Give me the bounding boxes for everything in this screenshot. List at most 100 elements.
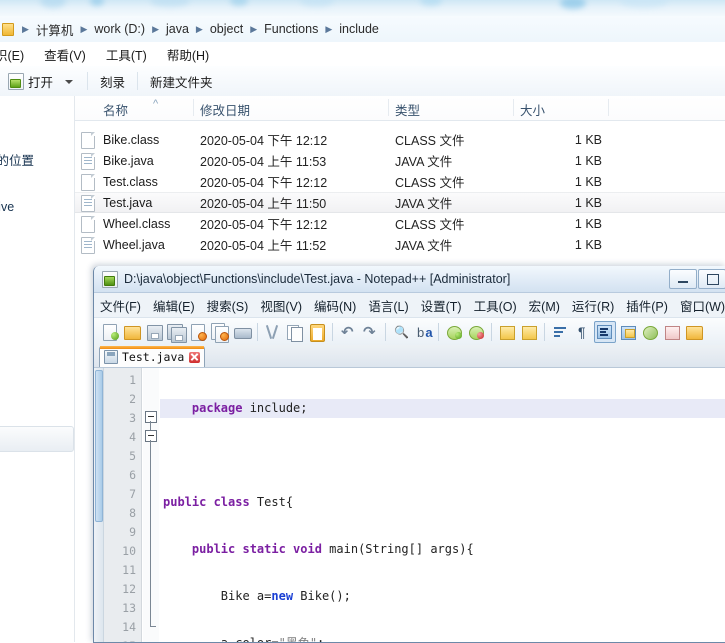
column-header-date[interactable]: 修改日期 [200, 100, 250, 119]
notepadpp-titlebar[interactable]: D:\java\object\Functions\include\Test.ja… [94, 266, 725, 293]
minimize-button[interactable] [669, 269, 697, 289]
column-divider[interactable] [608, 99, 609, 116]
column-header-type[interactable]: 类型 [395, 100, 420, 119]
cut-icon[interactable] [263, 322, 283, 342]
notepadpp-window[interactable]: D:\java\object\Functions\include\Test.ja… [93, 266, 725, 643]
breadcrumb-item-4[interactable]: Functions [262, 21, 320, 37]
close-file-icon[interactable] [188, 322, 208, 342]
menu-encoding[interactable]: 编码(N) [308, 294, 362, 317]
menu-search[interactable]: 搜索(S) [201, 294, 255, 317]
new-file-icon[interactable] [100, 322, 120, 342]
menu-plugins[interactable]: 插件(P) [620, 294, 674, 317]
explorer-command-bar[interactable]: 打开 刻录 新建文件夹 [0, 66, 725, 97]
column-divider[interactable] [388, 99, 389, 116]
column-header-name[interactable]: 名称 [103, 100, 128, 119]
table-row-selected[interactable]: Test.java 2020-05-04 上午 11:50 JAVA 文件 1 … [75, 192, 725, 213]
code-line-4[interactable]: public static void main(String[] args){ [160, 540, 725, 559]
print-icon[interactable] [232, 322, 252, 342]
folder-as-workspace-icon[interactable] [684, 322, 704, 342]
menu-window[interactable]: 窗口(W) [674, 294, 725, 317]
table-row[interactable]: Bike.java 2020-05-04 上午 11:53 JAVA 文件 1 … [75, 150, 725, 171]
column-divider[interactable] [193, 99, 194, 116]
editor-left-scrollbar[interactable] [94, 368, 104, 642]
replace-icon[interactable]: b a [413, 322, 433, 342]
breadcrumb-item-0[interactable]: 计算机 [34, 19, 76, 40]
menu-run[interactable]: 运行(R) [566, 294, 620, 317]
file-name[interactable]: Bike.java [103, 154, 154, 168]
code-line-5[interactable]: Bike a=new Bike(); [160, 587, 725, 606]
menu-file[interactable]: 文件(F) [94, 294, 147, 317]
menu-organize[interactable]: 织(E) [0, 43, 33, 66]
document-map-icon[interactable] [640, 322, 660, 342]
menu-help[interactable]: 帮助(H) [158, 43, 218, 66]
fold-toggle-class[interactable] [145, 411, 157, 423]
indent-guide-icon[interactable] [594, 321, 616, 343]
notepadpp-toolbar[interactable]: ↶ ↷ 🔍 b a ¶ [94, 317, 725, 347]
burn-button[interactable]: 刻录 [92, 69, 133, 94]
zoom-out-icon[interactable] [466, 322, 486, 342]
menu-language[interactable]: 语言(L) [362, 294, 414, 317]
function-list-icon[interactable] [662, 322, 682, 342]
column-header-size[interactable]: 大小 [520, 100, 545, 119]
file-name[interactable]: Bike.class [103, 133, 159, 147]
file-name[interactable]: Wheel.class [103, 217, 170, 231]
explorer-menubar[interactable]: 织(E) 查看(V) 工具(T) 帮助(H) [0, 42, 725, 67]
find-icon[interactable]: 🔍 [391, 322, 411, 342]
code-editor[interactable]: 1 2 3 4 5 6 7 8 9 10 11 12 13 14 15 [94, 367, 725, 642]
breadcrumb-item-3[interactable]: object [208, 21, 245, 37]
open-file-icon[interactable] [122, 322, 142, 342]
paste-icon[interactable] [307, 322, 327, 342]
scrollbar-thumb[interactable] [95, 370, 103, 522]
code-line-1[interactable]: package include; [160, 399, 725, 418]
navigation-pane[interactable]: 问的位置 rive [0, 96, 75, 642]
save-all-icon[interactable] [166, 322, 186, 342]
menu-view[interactable]: 查看(V) [35, 43, 95, 66]
file-name[interactable]: Wheel.java [103, 238, 165, 252]
breadcrumb-item-1[interactable]: work (D:) [92, 21, 147, 37]
fold-toggle-method[interactable] [145, 430, 157, 442]
notepadpp-menubar[interactable]: 文件(F) 编辑(E) 搜索(S) 视图(V) 编码(N) 语言(L) 设置(T… [94, 293, 725, 317]
nav-item-recent-places[interactable]: 问的位置 [0, 150, 34, 169]
code-text[interactable]: package include; public class Test{ publ… [160, 368, 725, 642]
close-all-icon[interactable] [210, 322, 230, 342]
new-folder-button[interactable]: 新建文件夹 [142, 69, 221, 94]
show-all-chars-icon[interactable]: ¶ [572, 322, 592, 342]
breadcrumb[interactable]: ▶ 计算机 ▶ work (D:) ▶ java ▶ object ▶ Func… [0, 16, 725, 43]
zoom-in-icon[interactable] [444, 322, 464, 342]
sync-vertical-icon[interactable] [497, 322, 517, 342]
menu-tools[interactable]: 工具(O) [468, 294, 523, 317]
redo-icon[interactable]: ↷ [360, 322, 380, 342]
breadcrumb-item-2[interactable]: java [164, 21, 191, 37]
save-icon[interactable] [144, 322, 164, 342]
nav-item-highlight[interactable] [0, 426, 74, 452]
menu-tools[interactable]: 工具(T) [97, 43, 156, 66]
table-row[interactable]: Bike.class 2020-05-04 下午 12:12 CLASS 文件 … [75, 129, 725, 150]
menu-settings[interactable]: 设置(T) [415, 294, 468, 317]
table-row[interactable]: Test.class 2020-05-04 下午 12:12 CLASS 文件 … [75, 171, 725, 192]
tab-test-java[interactable]: Test.java [99, 346, 205, 367]
notepadpp-tabbar[interactable]: Test.java [94, 345, 725, 368]
file-name[interactable]: Test.class [103, 175, 158, 189]
menu-macro[interactable]: 宏(M) [523, 294, 566, 317]
undo-icon[interactable]: ↶ [338, 322, 358, 342]
code-folding-column[interactable] [143, 368, 159, 642]
menu-edit[interactable]: 编辑(E) [147, 294, 201, 317]
close-tab-icon[interactable] [189, 352, 200, 363]
sync-horizontal-icon[interactable] [519, 322, 539, 342]
code-line-2[interactable] [160, 446, 725, 465]
breadcrumb-item-5[interactable]: include [337, 21, 381, 37]
code-line-3[interactable]: public class Test{ [160, 493, 725, 512]
file-name[interactable]: Test.java [103, 196, 152, 210]
word-wrap-icon[interactable] [550, 322, 570, 342]
maximize-button[interactable] [698, 269, 725, 289]
code-line-6[interactable]: a.color="黑色"; [160, 634, 725, 642]
column-divider[interactable] [513, 99, 514, 116]
ui-userdefined-icon[interactable] [618, 322, 638, 342]
chevron-down-icon[interactable] [65, 80, 73, 84]
copy-icon[interactable] [285, 322, 305, 342]
nav-item-onedrive[interactable]: rive [0, 200, 14, 214]
table-row[interactable]: Wheel.class 2020-05-04 下午 12:12 CLASS 文件… [75, 213, 725, 234]
open-button[interactable]: 打开 [28, 69, 61, 94]
table-row[interactable]: Wheel.java 2020-05-04 上午 11:52 JAVA 文件 1… [75, 234, 725, 255]
window-controls[interactable] [668, 269, 725, 289]
